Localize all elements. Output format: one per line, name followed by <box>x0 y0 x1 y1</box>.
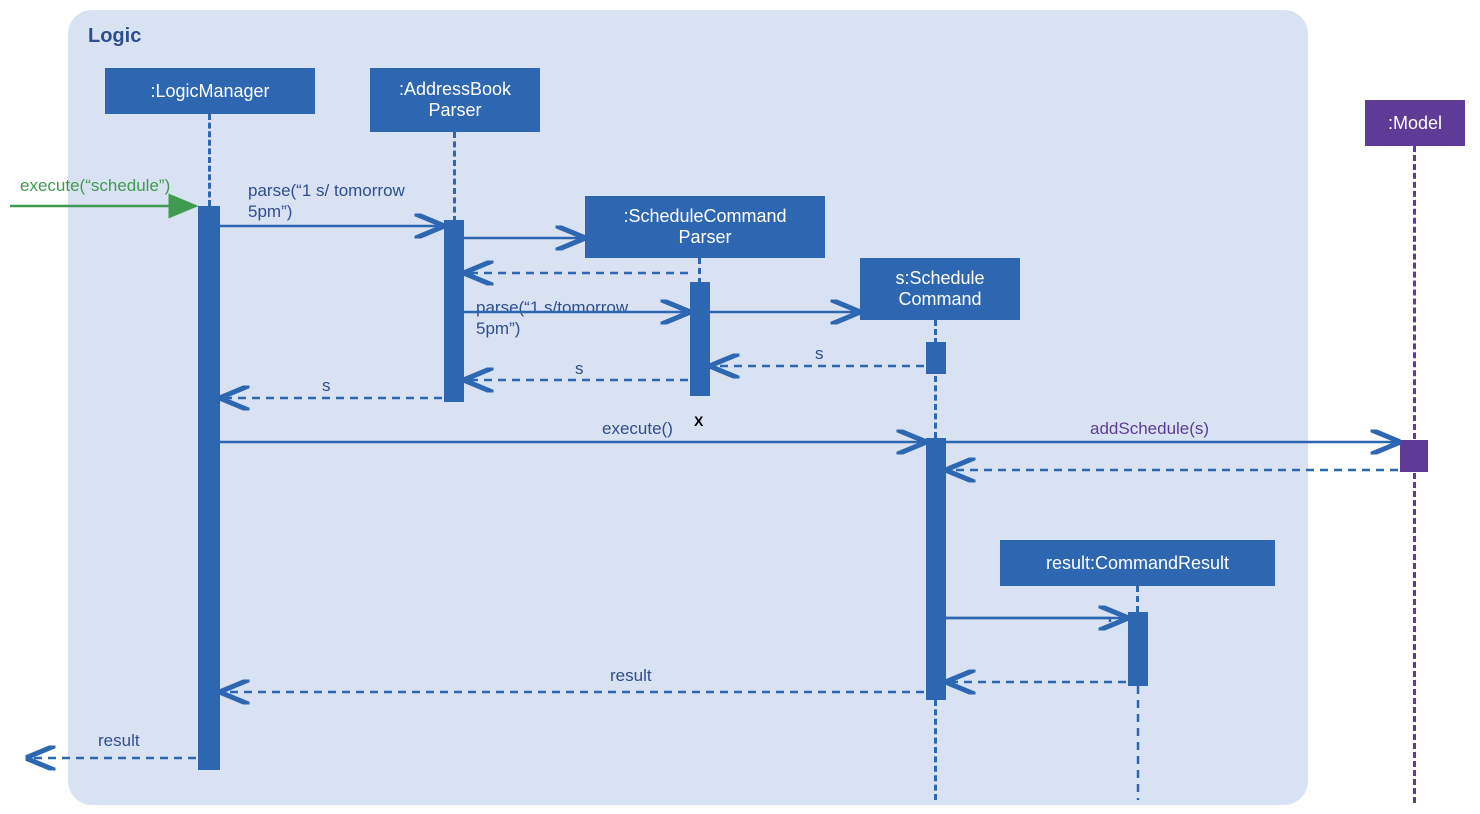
participant-schedule-command: s:Schedule Command <box>860 258 1020 320</box>
participant-label: :LogicManager <box>150 81 269 102</box>
lifeline-addressbook-parser-top <box>453 132 456 222</box>
activation-schedule-command-parser <box>690 282 710 396</box>
msg-return-s3: s <box>322 375 331 396</box>
frame-title: Logic <box>88 25 141 48</box>
activation-schedule-command-2 <box>926 438 946 700</box>
participant-logic-manager: :LogicManager <box>105 68 315 114</box>
lifeline-schedule-command-top <box>934 320 937 344</box>
msg-return-result2: result <box>98 730 140 751</box>
lifeline-model-bottom <box>1413 473 1416 803</box>
msg-parse-1: parse(“1 s/ tomorrow 5pm”) <box>248 180 405 223</box>
lifeline-logic-manager-top <box>208 114 211 206</box>
msg-execute-schedule: execute(“schedule”) <box>20 175 170 196</box>
msg-return-s1: s <box>815 343 824 364</box>
lifeline-schedule-command-mid <box>934 376 937 438</box>
lifeline-model-top <box>1413 146 1416 439</box>
participant-model: :Model <box>1365 100 1465 146</box>
participant-schedule-command-parser: :ScheduleCommand Parser <box>585 196 825 258</box>
participant-addressbook-parser: :AddressBook Parser <box>370 68 540 132</box>
activation-addressbook-parser <box>444 220 464 402</box>
lifeline-command-result-top <box>1136 586 1139 612</box>
activation-schedule-command-1 <box>926 342 946 374</box>
msg-return-result1: result <box>610 665 652 686</box>
participant-label: result:CommandResult <box>1046 553 1229 574</box>
msg-execute2: execute() <box>602 418 673 439</box>
logic-frame: Logic <box>68 10 1308 805</box>
participant-label: s:Schedule Command <box>895 268 984 310</box>
participant-label: :ScheduleCommand Parser <box>623 206 786 248</box>
lifeline-schedule-command-parser-top <box>698 258 701 284</box>
msg-return-s2: s <box>575 358 584 379</box>
participant-command-result: result:CommandResult <box>1000 540 1275 586</box>
msg-add-schedule: addSchedule(s) <box>1090 418 1209 439</box>
lifeline-schedule-command-bottom <box>934 700 937 800</box>
participant-label: :AddressBook Parser <box>399 79 511 121</box>
activation-command-result <box>1128 612 1148 686</box>
terminate-icon: X <box>694 413 703 429</box>
activation-model <box>1400 440 1428 472</box>
participant-label: :Model <box>1388 113 1442 134</box>
msg-parse-2: parse(“1 s/tomorrow 5pm”) <box>476 297 628 340</box>
activation-logic-manager <box>198 206 220 770</box>
